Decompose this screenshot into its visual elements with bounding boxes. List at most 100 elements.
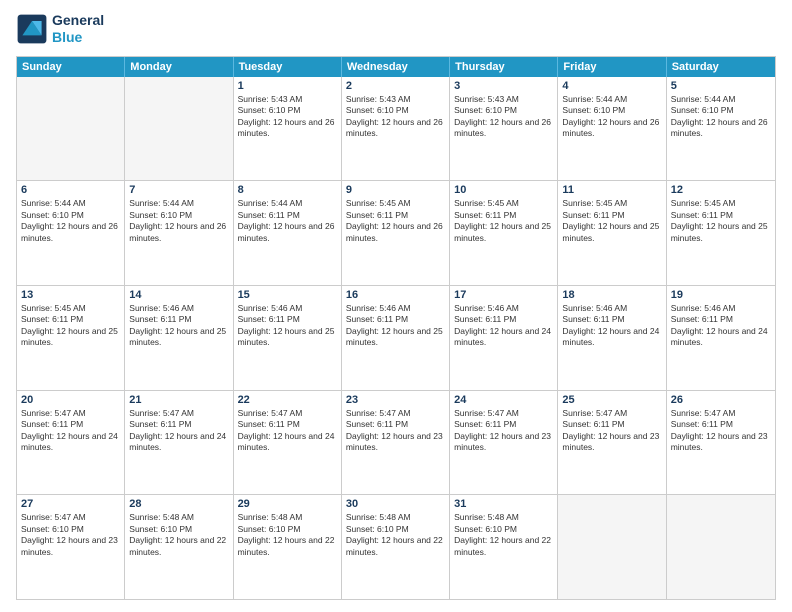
cal-cell: 30Sunrise: 5:48 AMSunset: 6:10 PMDayligh… [342, 495, 450, 599]
cell-details: Sunrise: 5:46 AMSunset: 6:11 PMDaylight:… [671, 303, 771, 349]
cal-cell: 23Sunrise: 5:47 AMSunset: 6:11 PMDayligh… [342, 391, 450, 495]
day-number: 2 [346, 80, 445, 92]
cell-details: Sunrise: 5:48 AMSunset: 6:10 PMDaylight:… [238, 512, 337, 558]
cal-cell: 25Sunrise: 5:47 AMSunset: 6:11 PMDayligh… [558, 391, 666, 495]
day-number: 1 [238, 80, 337, 92]
cell-details: Sunrise: 5:45 AMSunset: 6:11 PMDaylight:… [454, 198, 553, 244]
calendar-body: 1 Sunrise: 5:43 AMSunset: 6:10 PMDaylight… [17, 77, 775, 599]
day-number: 27 [21, 498, 120, 510]
day-number: 8 [238, 184, 337, 196]
day-number: 14 [129, 289, 228, 301]
cal-week-0: 1 Sunrise: 5:43 AMSunset: 6:10 PMDaylight… [17, 77, 775, 182]
day-number: 6 [21, 184, 120, 196]
cell-details: Sunrise: 5:43 AMSunset: 6:10 PMDaylight:… [238, 94, 337, 140]
cal-cell: 26Sunrise: 5:47 AMSunset: 6:11 PMDayligh… [667, 391, 775, 495]
day-number: 31 [454, 498, 553, 510]
day-number: 15 [238, 289, 337, 301]
cell-details: Sunrise: 5:45 AMSunset: 6:11 PMDaylight:… [21, 303, 120, 349]
day-number: 18 [562, 289, 661, 301]
cell-details: Sunrise: 5:47 AMSunset: 6:10 PMDaylight:… [21, 512, 120, 558]
cal-cell: 3 Sunrise: 5:43 AMSunset: 6:10 PMDaylight… [450, 77, 558, 181]
cell-details: Sunrise: 5:47 AMSunset: 6:11 PMDaylight:… [129, 408, 228, 454]
cell-details: Sunrise: 5:47 AMSunset: 6:11 PMDaylight:… [346, 408, 445, 454]
day-number: 4 [562, 80, 661, 92]
cal-cell: 1 Sunrise: 5:43 AMSunset: 6:10 PMDaylight… [234, 77, 342, 181]
cell-details: Sunrise: 5:46 AMSunset: 6:11 PMDaylight:… [346, 303, 445, 349]
cal-cell: 16 Sunrise: 5:46 AMSunset: 6:11 PMDayligh… [342, 286, 450, 390]
cal-cell: 10 Sunrise: 5:45 AMSunset: 6:11 PMDayligh… [450, 181, 558, 285]
cal-cell: 11Sunrise: 5:45 AMSunset: 6:11 PMDayligh… [558, 181, 666, 285]
cal-cell: 17 Sunrise: 5:46 AMSunset: 6:11 PMDayligh… [450, 286, 558, 390]
cal-header-saturday: Saturday [667, 57, 775, 77]
cal-cell: 28 Sunrise: 5:48 AMSunset: 6:10 PMDayligh… [125, 495, 233, 599]
day-number: 24 [454, 394, 553, 406]
cal-week-3: 20 Sunrise: 5:47 AMSunset: 6:11 PMDayligh… [17, 391, 775, 496]
day-number: 30 [346, 498, 445, 510]
day-number: 3 [454, 80, 553, 92]
day-number: 10 [454, 184, 553, 196]
cal-cell: 27 Sunrise: 5:47 AMSunset: 6:10 PMDayligh… [17, 495, 125, 599]
day-number: 12 [671, 184, 771, 196]
cell-details: Sunrise: 5:46 AMSunset: 6:11 PMDaylight:… [454, 303, 553, 349]
logo-text: General Blue [52, 12, 104, 46]
cal-cell: 19 Sunrise: 5:46 AMSunset: 6:11 PMDayligh… [667, 286, 775, 390]
cell-details: Sunrise: 5:46 AMSunset: 6:11 PMDaylight:… [238, 303, 337, 349]
cell-details: Sunrise: 5:46 AMSunset: 6:11 PMDaylight:… [129, 303, 228, 349]
day-number: 19 [671, 289, 771, 301]
cell-details: Sunrise: 5:44 AMSunset: 6:10 PMDaylight:… [129, 198, 228, 244]
page: General Blue SundayMondayTuesdayWednesda… [0, 0, 792, 612]
cell-details: Sunrise: 5:44 AMSunset: 6:11 PMDaylight:… [238, 198, 337, 244]
cal-header-sunday: Sunday [17, 57, 125, 77]
cal-cell: 15 Sunrise: 5:46 AMSunset: 6:11 PMDayligh… [234, 286, 342, 390]
day-number: 17 [454, 289, 553, 301]
day-number: 21 [129, 394, 228, 406]
cell-details: Sunrise: 5:47 AMSunset: 6:11 PMDaylight:… [21, 408, 120, 454]
cal-cell: 4 Sunrise: 5:44 AMSunset: 6:10 PMDaylight… [558, 77, 666, 181]
day-number: 25 [562, 394, 661, 406]
day-number: 26 [671, 394, 771, 406]
day-number: 28 [129, 498, 228, 510]
cal-cell: 21 Sunrise: 5:47 AMSunset: 6:11 PMDayligh… [125, 391, 233, 495]
cal-cell: 9Sunrise: 5:45 AMSunset: 6:11 PMDaylight… [342, 181, 450, 285]
day-number: 16 [346, 289, 445, 301]
day-number: 20 [21, 394, 120, 406]
day-number: 9 [346, 184, 445, 196]
cell-details: Sunrise: 5:44 AMSunset: 6:10 PMDaylight:… [562, 94, 661, 140]
cal-cell: 31Sunrise: 5:48 AMSunset: 6:10 PMDayligh… [450, 495, 558, 599]
cal-cell: 14 Sunrise: 5:46 AMSunset: 6:11 PMDayligh… [125, 286, 233, 390]
cell-details: Sunrise: 5:47 AMSunset: 6:11 PMDaylight:… [238, 408, 337, 454]
day-number: 22 [238, 394, 337, 406]
cal-cell: 5 Sunrise: 5:44 AMSunset: 6:10 PMDaylight… [667, 77, 775, 181]
cal-cell [558, 495, 666, 599]
calendar-header-row: SundayMondayTuesdayWednesdayThursdayFrid… [17, 57, 775, 77]
cell-details: Sunrise: 5:43 AMSunset: 6:10 PMDaylight:… [454, 94, 553, 140]
day-number: 7 [129, 184, 228, 196]
cal-header-monday: Monday [125, 57, 233, 77]
logo-icon [16, 13, 48, 45]
cell-details: Sunrise: 5:48 AMSunset: 6:10 PMDaylight:… [129, 512, 228, 558]
day-number: 5 [671, 80, 771, 92]
day-number: 11 [562, 184, 661, 196]
cal-header-tuesday: Tuesday [234, 57, 342, 77]
cal-cell: 29 Sunrise: 5:48 AMSunset: 6:10 PMDayligh… [234, 495, 342, 599]
logo: General Blue [16, 12, 104, 46]
cal-cell: 18 Sunrise: 5:46 AMSunset: 6:11 PMDayligh… [558, 286, 666, 390]
calendar: SundayMondayTuesdayWednesdayThursdayFrid… [16, 56, 776, 600]
header: General Blue [16, 12, 776, 46]
cell-details: Sunrise: 5:44 AMSunset: 6:10 PMDaylight:… [21, 198, 120, 244]
day-number: 29 [238, 498, 337, 510]
cell-details: Sunrise: 5:47 AMSunset: 6:11 PMDaylight:… [454, 408, 553, 454]
cell-details: Sunrise: 5:43 AMSunset: 6:10 PMDaylight:… [346, 94, 445, 140]
cell-details: Sunrise: 5:46 AMSunset: 6:11 PMDaylight:… [562, 303, 661, 349]
cal-cell: 6 Sunrise: 5:44 AMSunset: 6:10 PMDaylight… [17, 181, 125, 285]
cal-cell [667, 495, 775, 599]
cal-cell [125, 77, 233, 181]
cal-cell: 7 Sunrise: 5:44 AMSunset: 6:10 PMDaylight… [125, 181, 233, 285]
cell-details: Sunrise: 5:44 AMSunset: 6:10 PMDaylight:… [671, 94, 771, 140]
cal-header-friday: Friday [558, 57, 666, 77]
cal-cell: 22 Sunrise: 5:47 AMSunset: 6:11 PMDayligh… [234, 391, 342, 495]
cal-week-1: 6 Sunrise: 5:44 AMSunset: 6:10 PMDaylight… [17, 181, 775, 286]
cell-details: Sunrise: 5:45 AMSunset: 6:11 PMDaylight:… [671, 198, 771, 244]
cal-header-wednesday: Wednesday [342, 57, 450, 77]
cal-header-thursday: Thursday [450, 57, 558, 77]
